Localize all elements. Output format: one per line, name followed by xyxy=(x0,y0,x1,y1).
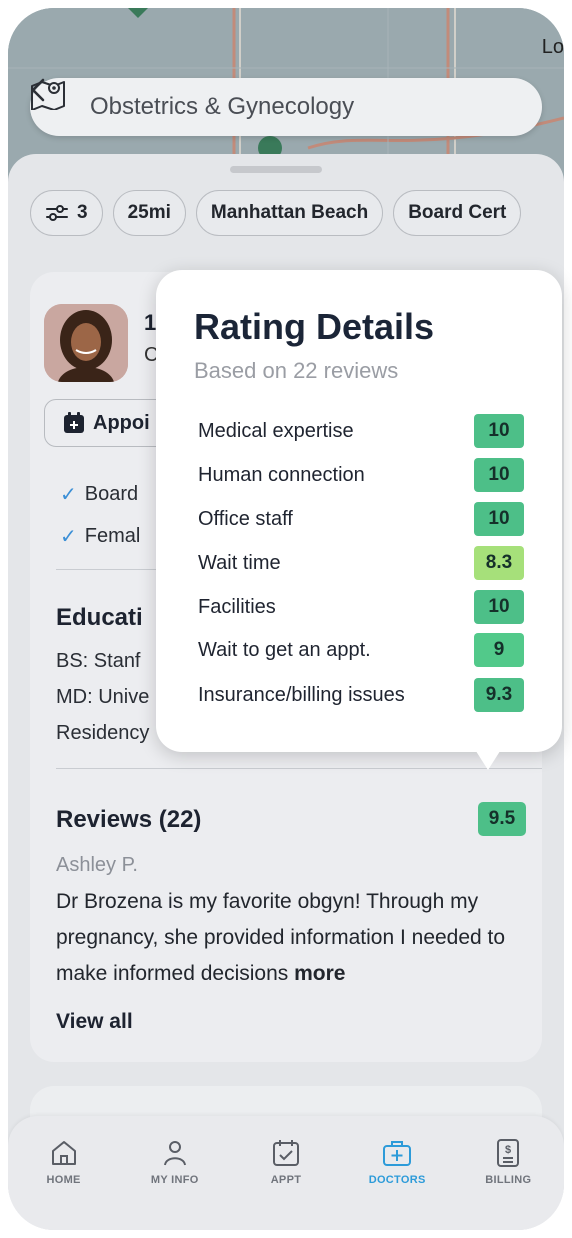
bill-icon: $ xyxy=(497,1139,520,1167)
medical-kit-icon xyxy=(383,1141,412,1166)
filter-count: 3 xyxy=(77,202,88,223)
bottom-tab-bar: HOME MY INFO APPT DOCTORS $ BILLING xyxy=(8,1116,564,1230)
rating-score-badge: 8.3 xyxy=(474,546,524,580)
filter-chips: 3 25mi Manhattan Beach Board Cert xyxy=(30,190,522,236)
view-all-link[interactable]: View all xyxy=(56,1010,133,1034)
tab-label: MY INFO xyxy=(150,1174,199,1186)
checkmark-icon: ✓ xyxy=(60,526,77,548)
rating-row: Human connection 10 xyxy=(198,457,524,493)
tab-label: APPT xyxy=(270,1174,302,1186)
education-line: MD: Unive xyxy=(56,686,150,708)
specialty-title: Obstetrics & Gynecology xyxy=(90,93,355,120)
rating-label: Insurance/billing issues xyxy=(198,683,405,706)
popover-title: Rating Details xyxy=(194,306,435,347)
svg-text:$: $ xyxy=(505,1144,511,1156)
divider xyxy=(56,768,542,769)
filter-settings-chip[interactable]: 3 xyxy=(30,190,103,236)
tab-appt[interactable]: APPT xyxy=(236,1138,336,1230)
doctor-avatar xyxy=(44,304,128,382)
rating-row: Insurance/billing issues 9.3 xyxy=(198,677,524,713)
rating-score-badge: 10 xyxy=(474,590,524,624)
map-pin-icon[interactable] xyxy=(31,81,526,127)
rating-label: Medical expertise xyxy=(198,419,354,442)
tab-home[interactable]: HOME xyxy=(14,1138,114,1230)
sheet-grabber[interactable] xyxy=(230,166,322,173)
checkmark-icon: ✓ xyxy=(60,484,77,506)
rating-score-badge: 9 xyxy=(474,633,524,667)
board-cert-chip[interactable]: Board Cert xyxy=(393,190,522,236)
rating-label: Wait time xyxy=(198,551,281,574)
education-line: Residency xyxy=(56,722,150,744)
rating-score-badge: 10 xyxy=(474,458,524,492)
tab-label: DOCTORS xyxy=(368,1174,426,1186)
appointment-label: Appoi xyxy=(93,411,150,434)
tab-label: BILLING xyxy=(485,1174,532,1186)
tab-doctors[interactable]: DOCTORS xyxy=(347,1138,447,1230)
rating-score-badge: 9.3 xyxy=(474,678,524,712)
reviewer-name: Ashley P. xyxy=(56,854,138,876)
calendar-plus-icon xyxy=(64,412,84,433)
reviews-title: Reviews (22) xyxy=(56,806,202,833)
rating-score-badge: 10 xyxy=(474,414,524,448)
map-place-label: Lo xyxy=(541,36,564,58)
search-bar[interactable]: Obstetrics & Gynecology xyxy=(30,78,542,136)
home-icon xyxy=(51,1141,76,1165)
rating-row: Wait to get an appt. 9 xyxy=(198,632,524,668)
education-line: BS: Stanf xyxy=(56,650,141,672)
tab-my-info[interactable]: MY INFO xyxy=(125,1138,225,1230)
distance-chip[interactable]: 25mi xyxy=(112,190,186,236)
reviews-score-badge[interactable]: 9.5 xyxy=(478,802,526,836)
review-text: Dr Brozena is my favorite obgyn! Through… xyxy=(56,884,516,992)
review-more-link[interactable]: more xyxy=(294,962,345,985)
tab-billing[interactable]: $ BILLING xyxy=(458,1138,558,1230)
rating-label: Human connection xyxy=(198,463,365,486)
check-board-certified: ✓ Board xyxy=(60,482,138,507)
person-icon xyxy=(163,1141,186,1166)
popover-tail xyxy=(474,748,502,770)
tab-label: HOME xyxy=(46,1174,81,1186)
rating-row: Facilities 10 xyxy=(198,589,524,625)
check-label: Femal xyxy=(84,525,141,547)
rating-row: Medical expertise 10 xyxy=(198,413,524,449)
rating-label: Office staff xyxy=(198,507,293,530)
popover-subtitle: Based on 22 reviews xyxy=(194,358,399,383)
calendar-check-icon xyxy=(272,1140,299,1166)
review-body: Dr Brozena is my favorite obgyn! Through… xyxy=(56,890,506,985)
rating-label: Facilities xyxy=(198,595,276,618)
rating-row: Office staff 10 xyxy=(198,501,524,537)
check-label: Board xyxy=(84,483,139,505)
education-title: Educati xyxy=(56,604,143,631)
location-chip[interactable]: Manhattan Beach xyxy=(195,190,384,236)
rating-score-badge: 10 xyxy=(474,502,524,536)
rating-details-popover[interactable]: Rating Details Based on 22 reviews Medic… xyxy=(156,270,562,752)
check-gender: ✓ Femal xyxy=(60,524,140,549)
sliders-icon xyxy=(46,205,68,221)
doctor-name: 1 xyxy=(144,310,157,335)
rating-label: Wait to get an appt. xyxy=(198,638,371,661)
rating-row: Wait time 8.3 xyxy=(198,545,524,581)
